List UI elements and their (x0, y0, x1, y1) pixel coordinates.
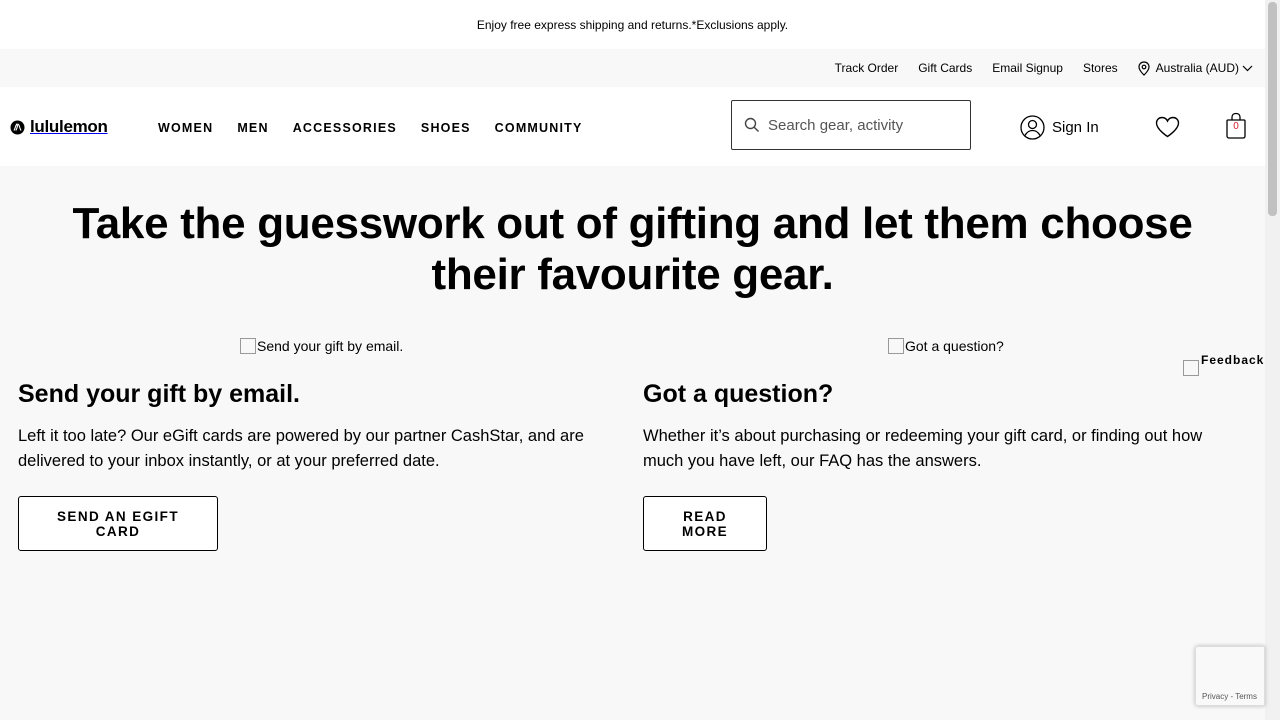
egift-image: Send your gift by email. (240, 338, 403, 354)
search-box (731, 100, 971, 150)
nav-accessories[interactable]: ACCESSORIES (293, 121, 397, 135)
page-headline: Take the guesswork out of gifting and le… (72, 199, 1193, 299)
lululemon-logo-icon (10, 120, 25, 134)
read-more-button[interactable]: READ MORE (643, 496, 767, 551)
search-input[interactable] (768, 116, 958, 134)
primary-nav: WOMEN MEN ACCESSORIES SHOES COMMUNITY (158, 121, 607, 135)
egift-title: Send your gift by email. (18, 380, 300, 408)
send-egift-card-button[interactable]: SEND AN EGIFT CARD (18, 496, 218, 551)
promo-banner: Enjoy free express shipping and returns.… (0, 0, 1265, 49)
faq-image: Got a question? (888, 338, 1004, 354)
nav-community[interactable]: COMMUNITY (495, 121, 583, 135)
main-header: lululemon WOMEN MEN ACCESSORIES SHOES CO… (0, 87, 1265, 166)
scrollbar-thumb[interactable] (1268, 2, 1277, 216)
broken-image-icon (888, 338, 904, 354)
broken-image-icon (1183, 360, 1199, 376)
page-scrollbar[interactable] (1265, 0, 1280, 720)
region-selector[interactable]: Australia (AUD) (1138, 60, 1253, 76)
track-order-link[interactable]: Track Order (835, 61, 899, 75)
faq-title: Got a question? (643, 380, 834, 408)
user-icon (1020, 115, 1045, 140)
gift-cards-link[interactable]: Gift Cards (918, 61, 972, 75)
chevron-down-icon (1242, 65, 1253, 71)
email-signup-link[interactable]: Email Signup (992, 61, 1063, 75)
wishlist-button[interactable] (1155, 116, 1180, 143)
sign-in-button[interactable]: Sign In (1020, 115, 1099, 140)
recaptcha-terms[interactable]: Privacy - Terms (1202, 692, 1257, 701)
broken-image-icon (240, 338, 256, 354)
nav-men[interactable]: MEN (237, 121, 268, 135)
bag-count: 0 (1233, 121, 1239, 132)
promo-text: Enjoy free express shipping and returns.… (476, 17, 789, 32)
logo-text: lululemon (30, 117, 108, 136)
logo[interactable]: lululemon (10, 117, 108, 137)
nav-women[interactable]: WOMEN (158, 121, 213, 135)
feedback-tab[interactable]: Feedback (1183, 353, 1264, 376)
egift-body: Left it too late? Our eGift cards are po… (18, 427, 584, 470)
region-label: Australia (AUD) (1155, 61, 1239, 75)
faq-image-alt: Got a question? (905, 338, 1004, 354)
faq-body: Whether it’s about purchasing or redeemi… (643, 427, 1203, 470)
feedback-label: Feedback (1201, 353, 1265, 367)
sign-in-label: Sign In (1052, 119, 1099, 136)
egift-image-alt: Send your gift by email. (257, 338, 404, 354)
map-pin-icon (1138, 60, 1150, 76)
utility-bar: Track Order Gift Cards Email Signup Stor… (0, 49, 1265, 87)
nav-shoes[interactable]: SHOES (421, 121, 471, 135)
search-icon (744, 117, 759, 132)
shopping-bag-button[interactable]: 0 (1225, 112, 1247, 140)
heart-icon (1155, 116, 1180, 138)
recaptcha-badge[interactable]: Privacy - Terms (1195, 646, 1265, 706)
stores-link[interactable]: Stores (1083, 61, 1118, 75)
